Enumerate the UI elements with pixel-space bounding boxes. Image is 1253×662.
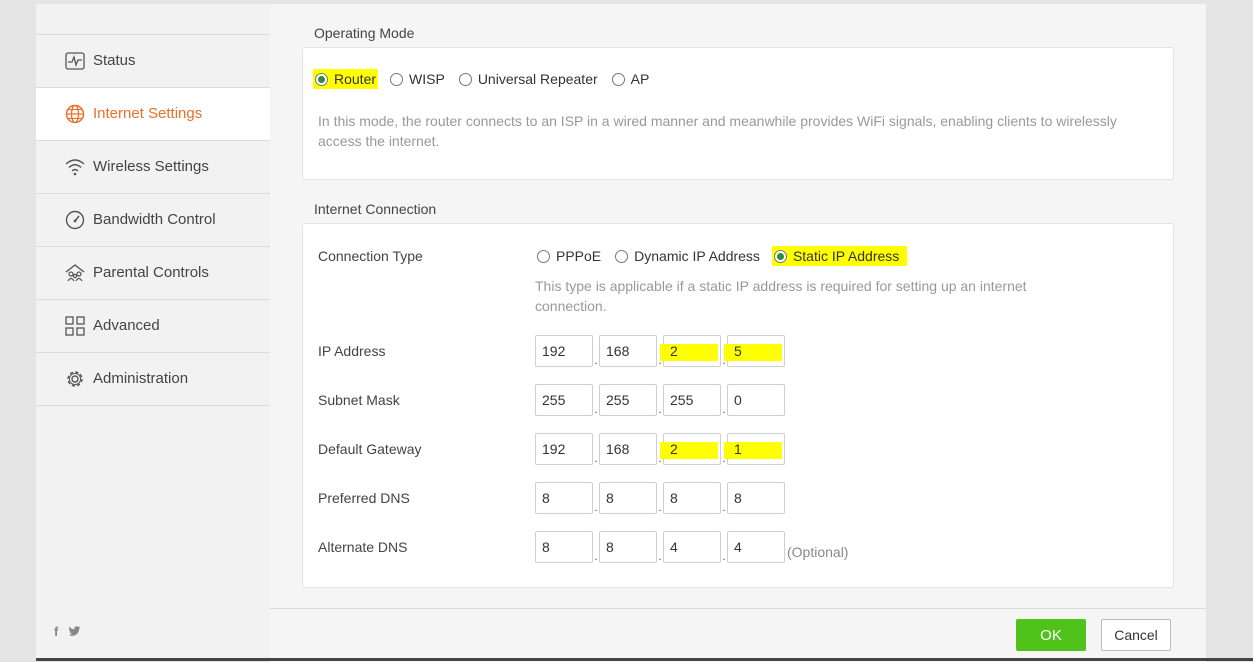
radio-icon[interactable]	[390, 72, 404, 86]
default-gateway-octet-3[interactable]: 2	[660, 433, 721, 465]
subnet-mask-input-group: 255 . 255 . 255 . 0	[535, 384, 785, 416]
ip-address-octet-1[interactable]: 192	[535, 335, 593, 367]
radio-label: Static IP Address	[792, 248, 900, 264]
twitter-icon[interactable]	[68, 624, 81, 639]
default-gateway-octet-4[interactable]: 1	[724, 433, 785, 465]
radio-label: WISP	[409, 71, 445, 87]
preferred-dns-octet-1[interactable]: 8	[535, 482, 593, 514]
sidebar-item-wireless-settings[interactable]: Wireless Settings	[36, 141, 270, 194]
ip-address-octet-2[interactable]: 168	[599, 335, 657, 367]
operating-mode-description: In this mode, the router connects to an …	[318, 113, 1117, 149]
sidebar-item-label: Parental Controls	[93, 264, 209, 281]
subnet-mask-octet-3[interactable]: 255	[663, 384, 721, 416]
sidebar-item-label: Internet Settings	[93, 105, 203, 122]
operating-mode-options: Router WISP Universal Repeater AP	[313, 69, 661, 89]
alternate-dns-input-group: 8 . 8 . 4 . 4 (Optional)	[535, 531, 848, 563]
subnet-mask-octet-4[interactable]: 0	[727, 384, 785, 416]
wifi-icon	[65, 159, 85, 176]
radio-icon[interactable]	[615, 249, 629, 263]
subnet-mask-octet-2[interactable]: 255	[599, 384, 657, 416]
radio-label: Router	[334, 71, 377, 87]
subnet-mask-octet-1[interactable]: 255	[535, 384, 593, 416]
radio-selected-icon[interactable]	[315, 72, 328, 86]
sidebar-item-label: Administration	[93, 370, 189, 387]
radio-dynamic-ip[interactable]: Dynamic IP Address	[613, 246, 762, 266]
alternate-dns-label: Alternate DNS	[318, 539, 408, 555]
ip-address-octet-4[interactable]: 5	[724, 335, 785, 367]
internet-connection-card: Connection Type PPPoE Dynamic IP Address…	[302, 223, 1174, 588]
family-icon	[65, 264, 85, 282]
alternate-dns-octet-3[interactable]: 4	[663, 531, 721, 563]
main-content: Operating Mode Router WISP Universal Rep…	[270, 4, 1206, 608]
sidebar-item-internet-settings[interactable]: Internet Settings	[36, 88, 270, 141]
ip-address-input-group: 192 . 168 . 2 . 5	[535, 335, 785, 367]
radio-ap[interactable]: AP	[610, 69, 652, 89]
cancel-button[interactable]: Cancel	[1101, 619, 1171, 651]
default-gateway-octet-1[interactable]: 192	[535, 433, 593, 465]
radio-label: PPPoE	[556, 248, 602, 264]
ip-address-octet-3[interactable]: 2	[660, 335, 721, 367]
connection-type-label: Connection Type	[318, 248, 423, 264]
pulse-icon	[65, 52, 85, 70]
operating-mode-title: Operating Mode	[314, 25, 415, 41]
alternate-dns-octet-2[interactable]: 8	[599, 531, 657, 563]
preferred-dns-octet-3[interactable]: 8	[663, 482, 721, 514]
ok-button[interactable]: OK	[1016, 619, 1086, 651]
alternate-dns-octet-1[interactable]: 8	[535, 531, 593, 563]
default-gateway-input-group: 192 . 168 . 2 . 1	[535, 433, 785, 465]
sidebar: Status Internet Settings Wireless Settin…	[36, 4, 270, 658]
optional-hint: (Optional)	[787, 544, 849, 560]
radio-icon[interactable]	[458, 72, 472, 86]
radio-label: AP	[630, 71, 650, 87]
preferred-dns-input-group: 8 . 8 . 8 . 8	[535, 482, 785, 514]
connection-type-description: This type is applicable if a static IP a…	[535, 278, 1027, 314]
alternate-dns-octet-4[interactable]: 4	[727, 531, 785, 563]
connection-type-options: PPPoE Dynamic IP Address Static IP Addre…	[535, 246, 917, 266]
radio-icon[interactable]	[611, 72, 625, 86]
ip-address-label: IP Address	[318, 343, 386, 359]
internet-connection-title: Internet Connection	[314, 201, 437, 217]
radio-label: Universal Repeater	[477, 71, 598, 87]
sidebar-item-bandwidth-control[interactable]: Bandwidth Control	[36, 194, 270, 247]
facebook-icon[interactable]: f	[54, 624, 58, 639]
preferred-dns-octet-4[interactable]: 8	[727, 482, 785, 514]
sidebar-item-label: Status	[93, 52, 136, 69]
radio-static-ip[interactable]: Static IP Address	[771, 246, 908, 266]
operating-mode-card: Router WISP Universal Repeater AP In thi…	[302, 47, 1174, 180]
social-links: f	[54, 624, 87, 639]
radio-selected-icon[interactable]	[773, 249, 787, 263]
sidebar-item-administration[interactable]: Administration	[36, 353, 270, 406]
gauge-icon	[65, 210, 85, 230]
subnet-mask-label: Subnet Mask	[318, 392, 400, 408]
preferred-dns-octet-2[interactable]: 8	[599, 482, 657, 514]
default-gateway-octet-2[interactable]: 168	[599, 433, 657, 465]
sidebar-item-parental-controls[interactable]: Parental Controls	[36, 247, 270, 300]
gear-icon	[67, 371, 83, 387]
sidebar-item-label: Advanced	[93, 317, 160, 334]
radio-pppoe[interactable]: PPPoE	[535, 246, 603, 266]
sidebar-item-label: Wireless Settings	[93, 158, 209, 175]
sidebar-item-status[interactable]: Status	[36, 35, 270, 88]
grid-icon	[65, 316, 85, 336]
preferred-dns-label: Preferred DNS	[318, 490, 410, 506]
radio-universal-repeater[interactable]: Universal Repeater	[457, 69, 600, 89]
sidebar-item-label: Bandwidth Control	[93, 211, 216, 228]
radio-wisp[interactable]: WISP	[388, 69, 447, 89]
globe-icon	[65, 104, 85, 124]
sidebar-item-advanced[interactable]: Advanced	[36, 300, 270, 353]
radio-label: Dynamic IP Address	[634, 248, 760, 264]
footer-bar: OK Cancel	[270, 608, 1206, 662]
default-gateway-label: Default Gateway	[318, 441, 422, 457]
radio-icon[interactable]	[537, 249, 550, 263]
radio-router[interactable]: Router	[313, 69, 379, 89]
